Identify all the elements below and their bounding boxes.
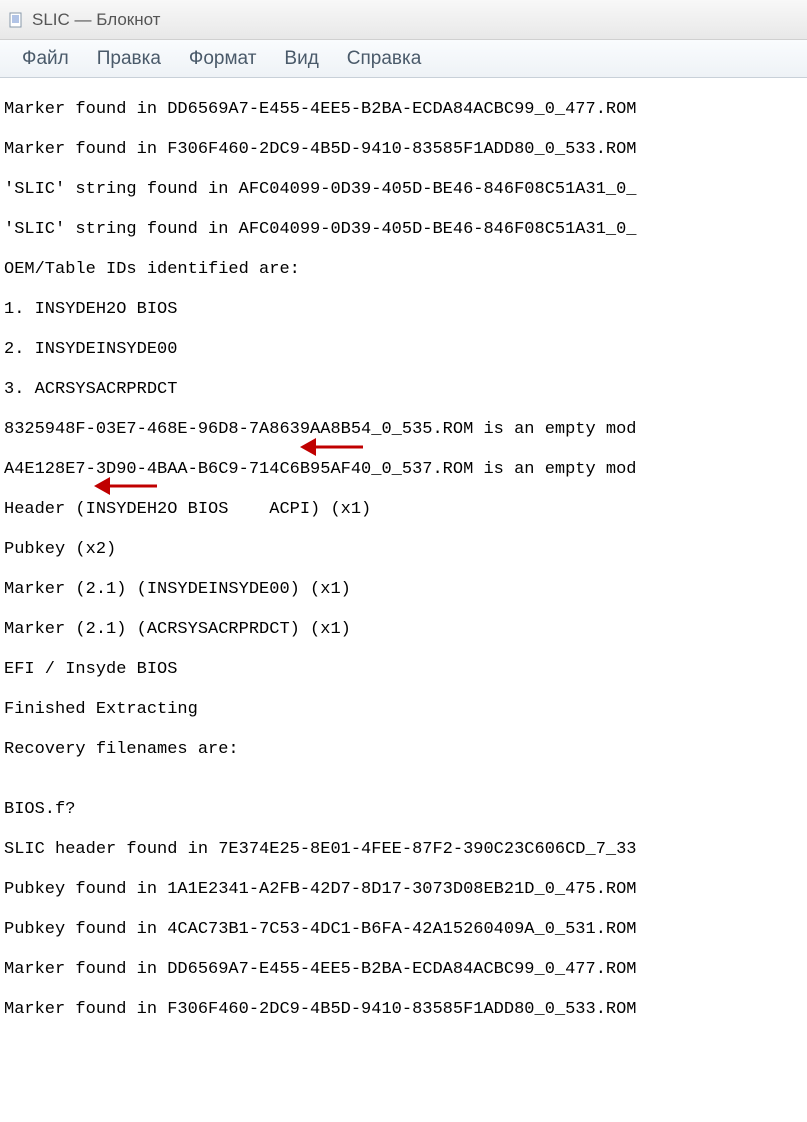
- annotation-arrow: [92, 431, 162, 541]
- menubar: Файл Правка Формат Вид Справка: [0, 40, 807, 78]
- text-line: Finished Extracting: [4, 700, 803, 720]
- menu-format[interactable]: Формат: [175, 44, 271, 74]
- text-line: Pubkey (x2): [4, 540, 803, 560]
- text-line: 'SLIC' string found in AFC04099-0D39-405…: [4, 220, 803, 240]
- text-line: EFI / Insyde BIOS: [4, 660, 803, 680]
- titlebar: SLIC — Блокнот: [0, 0, 807, 40]
- text-line: Marker (2.1) (ACRSYSACRPRDCT) (x1): [4, 620, 803, 640]
- text-line: 3. ACRSYSACRPRDCT: [4, 380, 803, 400]
- text-line: A4E128E7-3D90-4BAA-B6C9-714C6B95AF40_0_5…: [4, 460, 803, 480]
- text-line: 'SLIC' string found in AFC04099-0D39-405…: [4, 180, 803, 200]
- text-line: 8325948F-03E7-468E-96D8-7A8639AA8B54_0_5…: [4, 420, 803, 440]
- text-line: Pubkey found in 4CAC73B1-7C53-4DC1-B6FA-…: [4, 920, 803, 940]
- text-line: Marker found in F306F460-2DC9-4B5D-9410-…: [4, 1000, 803, 1020]
- notepad-icon: [8, 12, 24, 28]
- text-line: SLIC header found in 7E374E25-8E01-4FEE-…: [4, 840, 803, 860]
- menu-edit[interactable]: Правка: [83, 44, 175, 74]
- menu-file[interactable]: Файл: [8, 44, 83, 74]
- text-line: BIOS.f?: [4, 800, 803, 820]
- text-line: 1. INSYDEH2O BIOS: [4, 300, 803, 320]
- menu-help[interactable]: Справка: [333, 44, 436, 74]
- menu-view[interactable]: Вид: [270, 44, 332, 74]
- annotation-arrow: [298, 392, 368, 502]
- text-line: Pubkey found in 1A1E2341-A2FB-42D7-8D17-…: [4, 880, 803, 900]
- text-line: 2. INSYDEINSYDE00: [4, 340, 803, 360]
- text-line: Header (INSYDEH2O BIOS ACPI) (x1): [4, 500, 803, 520]
- text-line: Marker found in F306F460-2DC9-4B5D-9410-…: [4, 140, 803, 160]
- text-line: OEM/Table IDs identified are:: [4, 260, 803, 280]
- text-line: Marker (2.1) (INSYDEINSYDE00) (x1): [4, 580, 803, 600]
- text-line: Recovery filenames are:: [4, 740, 803, 760]
- text-content[interactable]: Marker found in DD6569A7-E455-4EE5-B2BA-…: [0, 78, 807, 1122]
- text-line: Marker found in DD6569A7-E455-4EE5-B2BA-…: [4, 100, 803, 120]
- window-title: SLIC — Блокнот: [32, 10, 160, 30]
- text-line: Marker found in DD6569A7-E455-4EE5-B2BA-…: [4, 960, 803, 980]
